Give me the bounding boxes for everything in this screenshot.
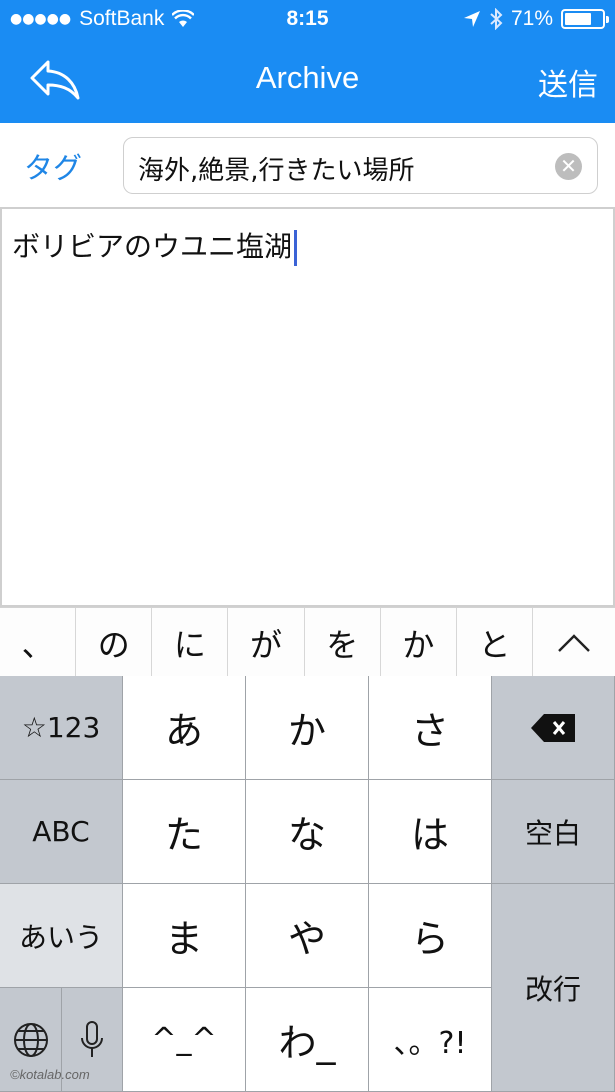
candidate-item[interactable]: と (457, 608, 534, 677)
page-title: Archive (255, 60, 360, 95)
delete-key[interactable] (492, 676, 615, 780)
kana-mode-key[interactable]: あいう (0, 884, 123, 988)
candidate-item[interactable]: が (228, 608, 305, 677)
status-right: 71% (463, 7, 609, 31)
key-ra[interactable]: ら (369, 884, 492, 988)
top-bar: ●●●●● SoftBank 8:15 71% Archive 送信 (0, 0, 615, 123)
key-na[interactable]: な (246, 780, 369, 884)
key-punctuation[interactable]: 、。?! (369, 988, 492, 1092)
watermark: ©kotalab.com (10, 1067, 90, 1082)
note-text-line: ボリビアのウユニ塩湖 (12, 225, 298, 266)
microphone-icon (81, 1020, 103, 1057)
key-emoticon[interactable]: ^_^ (123, 988, 246, 1092)
key-wa[interactable]: わ_ (246, 988, 369, 1092)
key-ta[interactable]: た (123, 780, 246, 884)
key-ya[interactable]: や (246, 884, 369, 988)
candidate-item[interactable]: に (152, 608, 229, 677)
clear-icon[interactable]: ✕ (555, 153, 582, 180)
note-textarea[interactable]: ボリビアのウユニ塩湖 (0, 207, 615, 607)
tag-input[interactable]: 海外,絶景,行きたい場所 ✕ (123, 137, 598, 194)
battery-icon (561, 9, 609, 29)
abc-mode-key[interactable]: ABC (0, 780, 123, 884)
candidate-item[interactable]: を (305, 608, 381, 677)
key-ma[interactable]: ま (123, 884, 246, 988)
keyboard: ☆123 ABC あいう あ か さ た な は ま や ら ^_^ わ_ 、。… (0, 676, 615, 1092)
numeric-mode-key[interactable]: ☆123 (0, 676, 123, 780)
location-arrow-icon (463, 11, 480, 27)
key-ka[interactable]: か (246, 676, 369, 780)
tag-input-value: 海外,絶景,行きたい場所 (138, 156, 415, 186)
status-bar: ●●●●● SoftBank 8:15 71% (0, 0, 615, 40)
space-key[interactable]: 空白 (492, 780, 615, 884)
send-button[interactable]: 送信 (538, 60, 598, 104)
chevron-up-icon (558, 633, 590, 652)
tag-label: タグ (24, 151, 83, 185)
navigation-bar: Archive 送信 (0, 40, 615, 123)
battery-fill (565, 13, 591, 25)
globe-icon (13, 1022, 48, 1057)
key-ha[interactable]: は (369, 780, 492, 884)
note-text: ボリビアのウユニ塩湖 (12, 230, 293, 263)
candidate-item[interactable]: か (381, 608, 457, 677)
key-sa[interactable]: さ (369, 676, 492, 780)
key-a[interactable]: あ (123, 676, 246, 780)
expand-candidates-button[interactable] (533, 608, 615, 677)
delete-backspace-icon (531, 713, 575, 742)
battery-percent: 71% (510, 7, 553, 30)
return-key[interactable]: 改行 (492, 884, 615, 1092)
candidate-item[interactable]: の (76, 608, 153, 677)
text-caret (294, 230, 298, 266)
bluetooth-icon (490, 8, 503, 30)
candidate-item[interactable]: 、 (0, 608, 77, 677)
tag-row: タグ 海外,絶景,行きたい場所 ✕ (0, 123, 615, 207)
candidate-bar: 、 の に が を か と (0, 607, 615, 677)
